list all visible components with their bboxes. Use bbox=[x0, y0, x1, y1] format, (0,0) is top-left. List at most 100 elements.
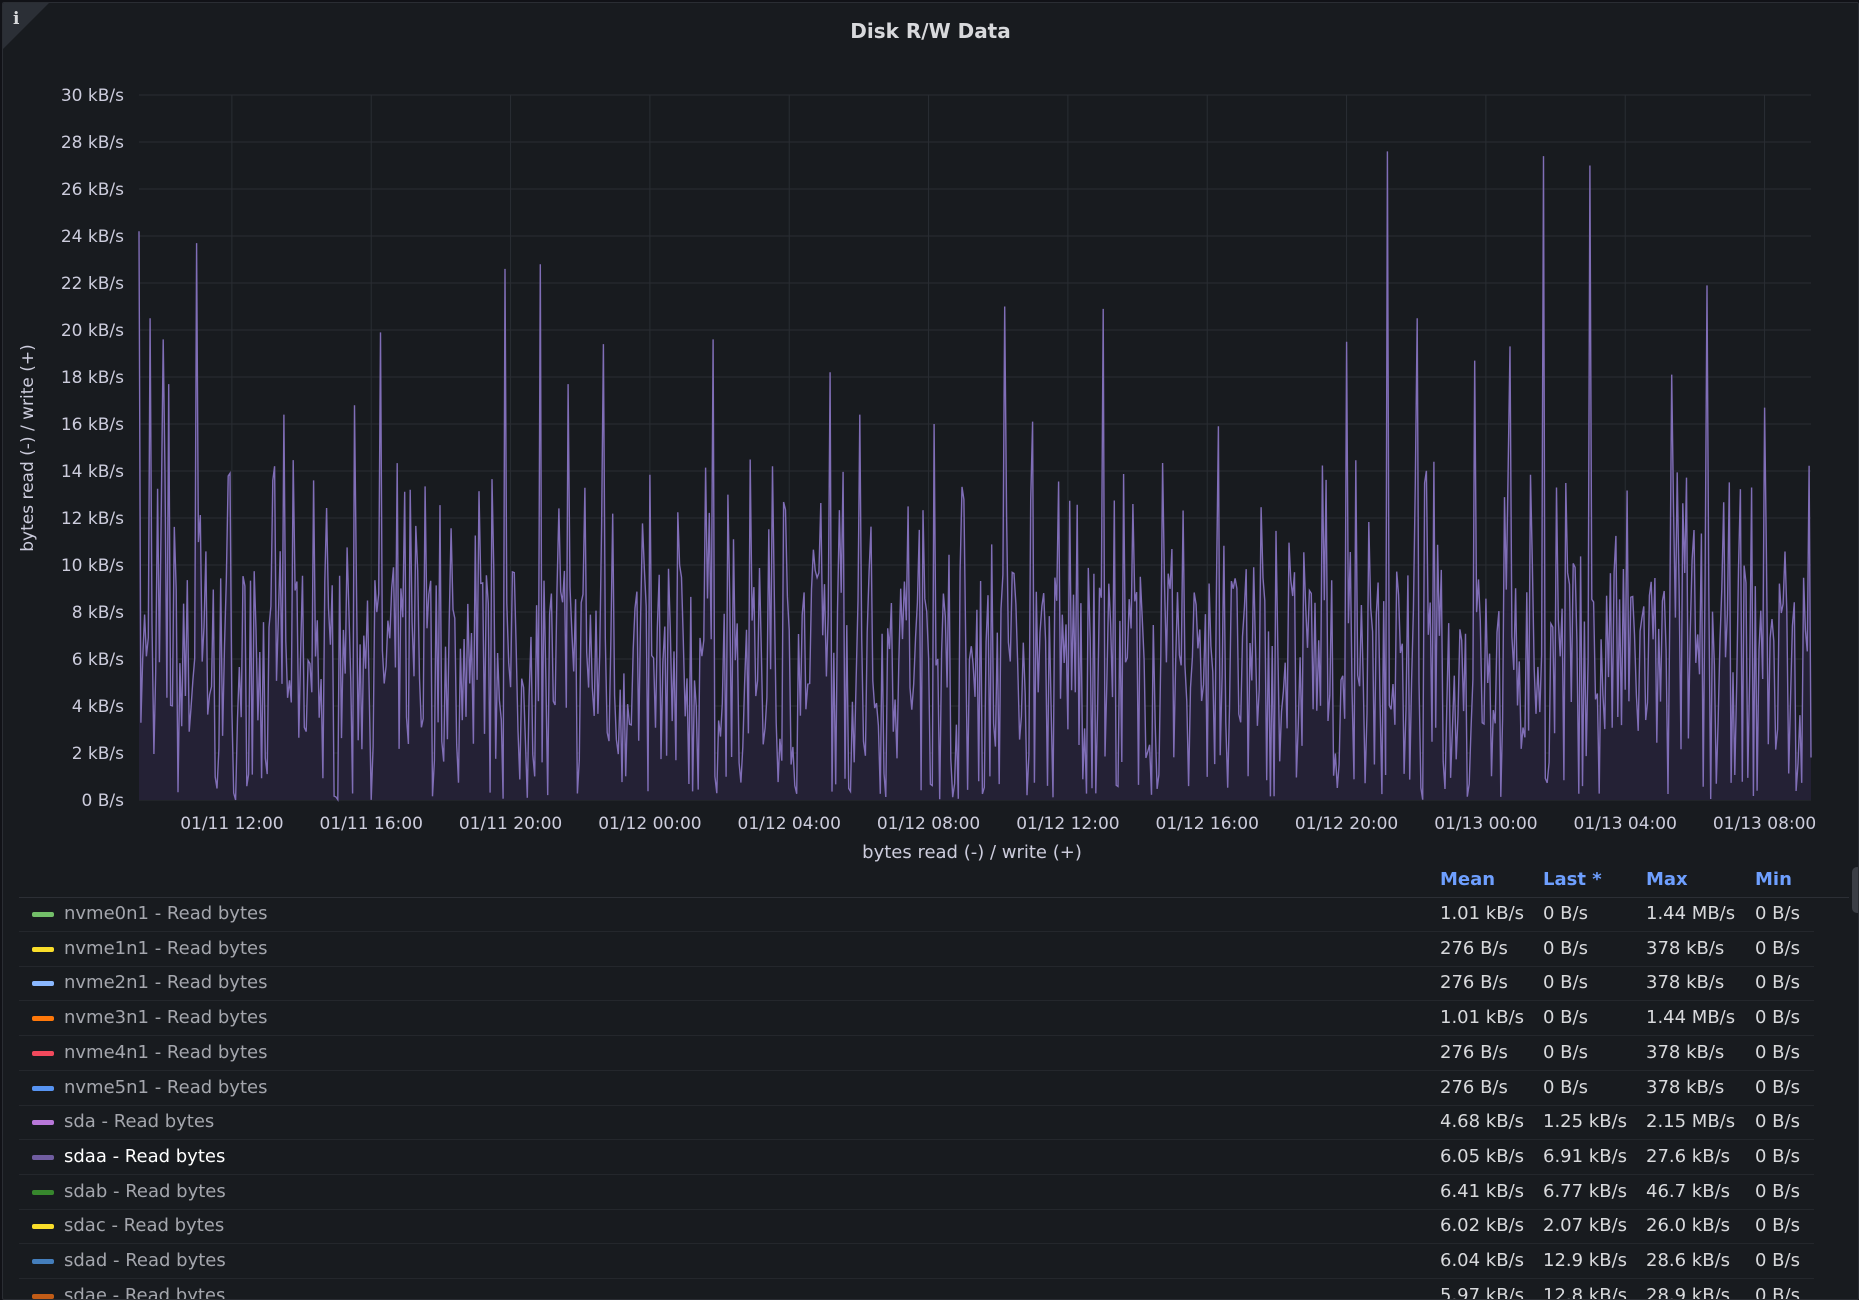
legend-header: Mean Last * Max Min bbox=[19, 863, 1858, 913]
y-tick-label: 0 B/s bbox=[82, 791, 125, 811]
legend-row[interactable]: nvme1n1 - Read bytes 276 B/s 0 B/s 378 kB/s… bbox=[19, 932, 1814, 967]
series-color-swatch[interactable] bbox=[32, 981, 54, 987]
y-tick-label: 20 kB/s bbox=[61, 321, 124, 341]
series-max-value: 1.44 MB/s bbox=[1646, 1007, 1736, 1029]
legend-header-max[interactable]: Max bbox=[1646, 869, 1688, 890]
series-last-value: 0 B/s bbox=[1543, 1041, 1588, 1063]
series-name[interactable]: nvme2n1 - Read bytes bbox=[64, 972, 267, 993]
x-axis-ticks: 01/11 12:00 01/11 16:00 01/11 20:00 01/12 0… bbox=[180, 814, 1816, 834]
legend-row[interactable]: nvme2n1 - Read bytes 276 B/s 0 B/s 378 kB/s… bbox=[19, 966, 1814, 1002]
y-axis-label: bytes read (-) / write (+) bbox=[18, 344, 38, 552]
series-max-value: 26.0 kB/s bbox=[1646, 1215, 1731, 1237]
y-tick-label: 30 kB/s bbox=[61, 86, 124, 106]
legend-row[interactable]: sdad - Read bytes 6.04 kB/s 12.9 kB/s 28.6 … bbox=[19, 1244, 1814, 1279]
series-mean-value: 276 B/s bbox=[1440, 937, 1508, 959]
series-max-value: 378 kB/s bbox=[1646, 937, 1725, 959]
series-color-swatch[interactable] bbox=[32, 1189, 54, 1195]
x-tick-label: 01/12 08:00 bbox=[877, 814, 980, 834]
y-tick-label: 18 kB/s bbox=[61, 368, 124, 388]
series-mean-value: 276 B/s bbox=[1440, 1041, 1508, 1063]
series-color-swatch[interactable] bbox=[32, 1016, 54, 1022]
series-max-value: 28.9 kB/s bbox=[1646, 1284, 1731, 1300]
series-name[interactable]: sdaa - Read bytes bbox=[64, 1146, 225, 1167]
series-color-swatch[interactable] bbox=[32, 1259, 54, 1264]
x-tick-label: 01/12 04:00 bbox=[738, 814, 841, 834]
series-color-swatch[interactable] bbox=[32, 1050, 54, 1056]
series-last-value: 12.8 kB/s bbox=[1543, 1284, 1628, 1300]
y-tick-label: 28 kB/s bbox=[61, 133, 124, 153]
series-min-value: 0 B/s bbox=[1755, 972, 1800, 994]
legend-row[interactable]: sdac - Read bytes 6.02 kB/s 2.07 kB/s 26.0 … bbox=[19, 1209, 1814, 1245]
series-max-value: 378 kB/s bbox=[1646, 1041, 1725, 1063]
series-color-swatch[interactable] bbox=[32, 1154, 54, 1160]
series-color-swatch[interactable] bbox=[32, 1293, 54, 1299]
series-color-swatch[interactable] bbox=[32, 946, 54, 952]
x-tick-label: 01/13 00:00 bbox=[1434, 814, 1537, 834]
series-name[interactable]: sdad - Read bytes bbox=[64, 1250, 226, 1271]
legend-header-min[interactable]: Min bbox=[1755, 869, 1792, 890]
series-name[interactable]: nvme3n1 - Read bytes bbox=[64, 1007, 267, 1028]
series-min-value: 0 B/s bbox=[1755, 1145, 1800, 1167]
y-tick-label: 24 kB/s bbox=[61, 227, 124, 247]
series-name[interactable]: sdac - Read bytes bbox=[64, 1215, 224, 1236]
series-mean-value: 6.05 kB/s bbox=[1440, 1145, 1525, 1167]
legend-row[interactable]: sdab - Read bytes 6.41 kB/s 6.77 kB/s 46.7 … bbox=[19, 1175, 1814, 1210]
series-color-swatch[interactable] bbox=[32, 1120, 54, 1126]
series-last-value: 1.25 kB/s bbox=[1543, 1111, 1628, 1133]
series-mean-value: 6.41 kB/s bbox=[1440, 1180, 1525, 1202]
series-name[interactable]: nvme0n1 - Read bytes bbox=[64, 903, 267, 924]
legend-row[interactable]: sda - Read bytes 4.68 kB/s 1.25 kB/s 2.15 M… bbox=[19, 1105, 1814, 1141]
series-name[interactable]: sdab - Read bytes bbox=[64, 1181, 226, 1202]
series-name[interactable]: nvme5n1 - Read bytes bbox=[64, 1077, 267, 1098]
series-last-value: 0 B/s bbox=[1543, 903, 1588, 924]
legend-row[interactable]: nvme5n1 - Read bytes 276 B/s 0 B/s 378 kB/s… bbox=[19, 1071, 1814, 1106]
series-name[interactable]: sdae - Read bytes bbox=[64, 1285, 225, 1299]
x-tick-label: 01/12 16:00 bbox=[1156, 814, 1259, 834]
legend-row[interactable]: sdae - Read bytes 5.97 kB/s 12.8 kB/s 28.9 … bbox=[19, 1279, 1814, 1300]
series-last-value: 6.91 kB/s bbox=[1543, 1145, 1628, 1167]
x-tick-label: 01/12 12:00 bbox=[1016, 814, 1119, 834]
series-last-value: 0 B/s bbox=[1543, 1007, 1588, 1029]
series-mean-value: 6.02 kB/s bbox=[1440, 1215, 1525, 1237]
series-max-value: 378 kB/s bbox=[1646, 972, 1725, 994]
legend-header-mean[interactable]: Mean bbox=[1440, 869, 1495, 890]
series-color-swatch[interactable] bbox=[32, 1224, 54, 1230]
series-name[interactable]: nvme4n1 - Read bytes bbox=[64, 1042, 267, 1063]
y-tick-label: 4 kB/s bbox=[72, 697, 124, 717]
legend-table: Mean Last * Max Min nvme0n1 - Read bytes… bbox=[19, 863, 1858, 1299]
x-tick-label: 01/11 12:00 bbox=[180, 814, 283, 834]
legend-scrollbar[interactable] bbox=[1852, 867, 1858, 913]
legend-header-last[interactable]: Last * bbox=[1543, 869, 1602, 890]
series-max-value: 2.15 MB/s bbox=[1646, 1111, 1736, 1133]
series-last-value: 0 B/s bbox=[1543, 972, 1588, 994]
legend-row[interactable]: sdaa - Read bytes 6.05 kB/s 6.91 kB/s 27.6 … bbox=[19, 1140, 1814, 1175]
series-color-swatch[interactable] bbox=[32, 912, 54, 917]
x-tick-label: 01/11 16:00 bbox=[320, 814, 423, 834]
series-color-swatch[interactable] bbox=[32, 1085, 54, 1091]
time-series-chart[interactable]: 0 B/s 2 kB/s 4 kB/s 6 kB/s 8 kB/s 10 kB/s 12 k… bbox=[3, 3, 1858, 863]
series-mean-value: 1.01 kB/s bbox=[1440, 1007, 1525, 1029]
series-last-value: 2.07 kB/s bbox=[1543, 1215, 1628, 1237]
series-area bbox=[138, 151, 1812, 802]
series-min-value: 0 B/s bbox=[1755, 937, 1800, 959]
series-name[interactable]: nvme1n1 - Read bytes bbox=[64, 938, 267, 959]
series-mean-value: 5.97 kB/s bbox=[1440, 1284, 1525, 1300]
series-mean-value: 4.68 kB/s bbox=[1440, 1111, 1525, 1133]
series-last-value: 0 B/s bbox=[1543, 1076, 1588, 1098]
y-tick-label: 26 kB/s bbox=[61, 180, 124, 200]
x-tick-label: 01/12 00:00 bbox=[598, 814, 701, 834]
series-name[interactable]: sda - Read bytes bbox=[64, 1111, 214, 1132]
disk-rw-panel: i Disk R/W Data 0 B/s 2 kB/s 4 kB/s 6 kB/s 8… bbox=[2, 2, 1859, 1300]
series-max-value: 46.7 kB/s bbox=[1646, 1180, 1731, 1202]
legend-row[interactable]: nvme0n1 - Read bytes 1.01 kB/s 0 B/s 1.44 M… bbox=[19, 897, 1814, 932]
series-min-value: 0 B/s bbox=[1755, 1111, 1800, 1133]
legend-row[interactable]: nvme3n1 - Read bytes 1.01 kB/s 0 B/s 1.44 M… bbox=[19, 1001, 1814, 1037]
series-min-value: 0 B/s bbox=[1755, 1250, 1800, 1271]
series-max-value: 1.44 MB/s bbox=[1646, 903, 1736, 924]
series-last-value: 6.77 kB/s bbox=[1543, 1180, 1628, 1202]
y-tick-label: 2 kB/s bbox=[72, 744, 124, 764]
legend-row[interactable]: nvme4n1 - Read bytes 276 B/s 0 B/s 378 kB/s… bbox=[19, 1036, 1814, 1071]
x-axis-label: bytes read (-) / write (+) bbox=[862, 842, 1082, 863]
series-mean-value: 276 B/s bbox=[1440, 1076, 1508, 1098]
y-tick-label: 6 kB/s bbox=[72, 650, 124, 670]
